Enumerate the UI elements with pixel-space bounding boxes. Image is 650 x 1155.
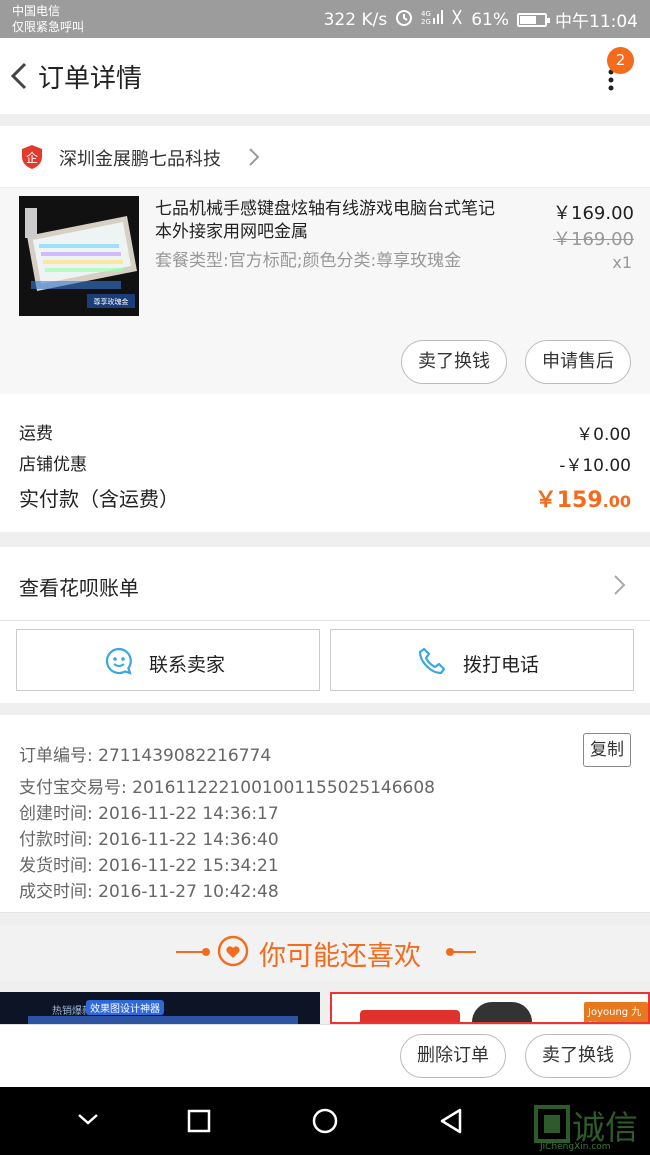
chat-bubble-icon xyxy=(105,647,132,675)
sell-for-cash-button[interactable]: 卖了换钱 xyxy=(401,340,507,384)
battery-icon xyxy=(517,12,550,27)
total-amount-main: ￥159 xyxy=(534,488,603,513)
shop-row[interactable]: 企 深圳金展鹏七品科技 xyxy=(0,126,650,188)
heart-icon xyxy=(217,935,249,967)
total-amount-cents: .00 xyxy=(602,492,631,511)
phone-icon xyxy=(418,647,446,675)
home-icon[interactable] xyxy=(311,1107,339,1135)
sell-for-cash-button[interactable]: 卖了换钱 xyxy=(525,1034,631,1078)
chevron-right-icon xyxy=(249,148,260,166)
total-amount: ￥159.00 xyxy=(535,482,631,514)
status-indicators: 322 K/s 4G 2G 61% 中午11:04 xyxy=(323,7,638,33)
clock: 中午11:04 xyxy=(555,12,638,32)
copy-button[interactable]: 复制 xyxy=(583,733,631,767)
payment-summary: 运费 ￥0.00 店铺优惠 -￥10.00 实付款（含运费） ￥159.00 xyxy=(0,394,650,532)
shipping-label: 运费 xyxy=(19,424,53,444)
back-triangle-icon[interactable] xyxy=(438,1107,464,1135)
shipped-time: 发货时间: 2016-11-22 15:34:21 xyxy=(19,856,279,876)
signal-icon: 4G 2G xyxy=(421,9,444,30)
page-title: 订单详情 xyxy=(38,64,143,94)
recommended-item-right[interactable]: Joyoung 九阳 xyxy=(330,992,650,1024)
created-time: 创建时间: 2016-11-22 14:36:17 xyxy=(19,804,279,824)
recommend-header: 你可能还喜欢 xyxy=(0,925,650,981)
recommend-title: 你可能还喜欢 xyxy=(259,941,421,972)
call-phone-label: 拨打电话 xyxy=(463,654,540,676)
shop-shield-icon: 企 xyxy=(22,145,42,169)
alipay-trade-number: 支付宝交易号: 2016112221001001155025146608 xyxy=(19,778,435,798)
carrier-info: 中国电信 仅限紧急呼叫 xyxy=(12,3,84,35)
emergency-only: 仅限紧急呼叫 xyxy=(12,20,85,34)
product-image-caption: 尊享玫瑰金 xyxy=(94,297,129,306)
battery-percent: 61% xyxy=(471,9,509,30)
product-image[interactable]: 尊享玫瑰金 xyxy=(19,196,139,316)
product-title[interactable]: 七品机械手感键盘炫轴有线游戏电脑台式笔记本外接家用网吧金属 xyxy=(155,198,505,244)
carrier-name: 中国电信 xyxy=(12,4,61,18)
banner-graphic xyxy=(360,1010,460,1022)
contact-area: 联系卖家 拨打电话 xyxy=(0,621,650,703)
notification-badge: 2 xyxy=(607,47,634,74)
huabei-bill-label: 查看花呗账单 xyxy=(19,576,139,600)
svg-text:4G: 4G xyxy=(421,10,431,18)
product-spec: 套餐类型:官方标配;颜色分类:尊享玫瑰金 xyxy=(155,251,462,271)
alarm-icon xyxy=(395,8,413,31)
discount-label: 店铺优惠 xyxy=(19,455,87,475)
back-arrow-icon[interactable] xyxy=(8,60,30,92)
nav-bar: 订单详情 2 xyxy=(0,38,650,114)
status-bar: 中国电信 仅限紧急呼叫 322 K/s 4G 2G 61% 中午11:04 xyxy=(0,0,650,38)
brand-badge: Joyoung 九阳 xyxy=(584,1002,648,1022)
banner-graphic xyxy=(28,1016,298,1024)
product-graphic xyxy=(472,1002,532,1022)
total-label: 实付款（含运费） xyxy=(19,487,179,511)
shipping-value: ￥0.00 xyxy=(576,425,631,445)
recent-apps-icon[interactable] xyxy=(187,1109,211,1133)
call-phone-button[interactable]: 拨打电话 xyxy=(330,629,634,691)
recommended-left-badge: 效果图设计神器 xyxy=(86,1000,164,1015)
divider-line xyxy=(450,951,476,953)
product-original-price: ￥169.00 xyxy=(553,229,634,250)
huabei-bill-row[interactable]: 查看花呗账单 xyxy=(0,547,650,621)
recommended-item-left[interactable]: 热销爆款 效果图设计神器 xyxy=(0,992,320,1024)
svg-text:2G: 2G xyxy=(421,18,431,25)
shop-name: 深圳金展鹏七品科技 xyxy=(59,149,221,170)
bottom-action-bar: 删除订单 卖了换钱 xyxy=(0,1024,650,1087)
order-number: 订单编号: 2711439082216774 xyxy=(19,746,272,766)
network-speed: 322 K/s xyxy=(323,9,388,30)
contact-seller-label: 联系卖家 xyxy=(149,654,226,676)
chevron-down-icon[interactable] xyxy=(76,1111,100,1127)
delete-order-button[interactable]: 删除订单 xyxy=(400,1034,506,1078)
watermark-url: JiChengXin.com xyxy=(540,1142,611,1152)
completed-time: 成交时间: 2016-11-27 10:42:48 xyxy=(19,882,279,902)
after-sale-button[interactable]: 申请售后 xyxy=(525,340,631,384)
contact-seller-button[interactable]: 联系卖家 xyxy=(16,629,320,691)
order-info: 订单编号: 2711439082216774 复制 支付宝交易号: 201611… xyxy=(0,715,650,913)
product-price: ￥169.00 xyxy=(553,203,634,224)
paid-time: 付款时间: 2016-11-22 14:36:40 xyxy=(19,830,279,850)
svg-text:企: 企 xyxy=(26,150,38,165)
no-sim-icon xyxy=(451,8,463,31)
product-item[interactable]: 尊享玫瑰金 七品机械手感键盘炫轴有线游戏电脑台式笔记本外接家用网吧金属 套餐类型… xyxy=(0,188,650,394)
product-quantity: x1 xyxy=(612,253,632,272)
divider-dot xyxy=(202,948,210,956)
chevron-right-icon xyxy=(614,575,626,595)
discount-value: -￥10.00 xyxy=(559,456,631,476)
